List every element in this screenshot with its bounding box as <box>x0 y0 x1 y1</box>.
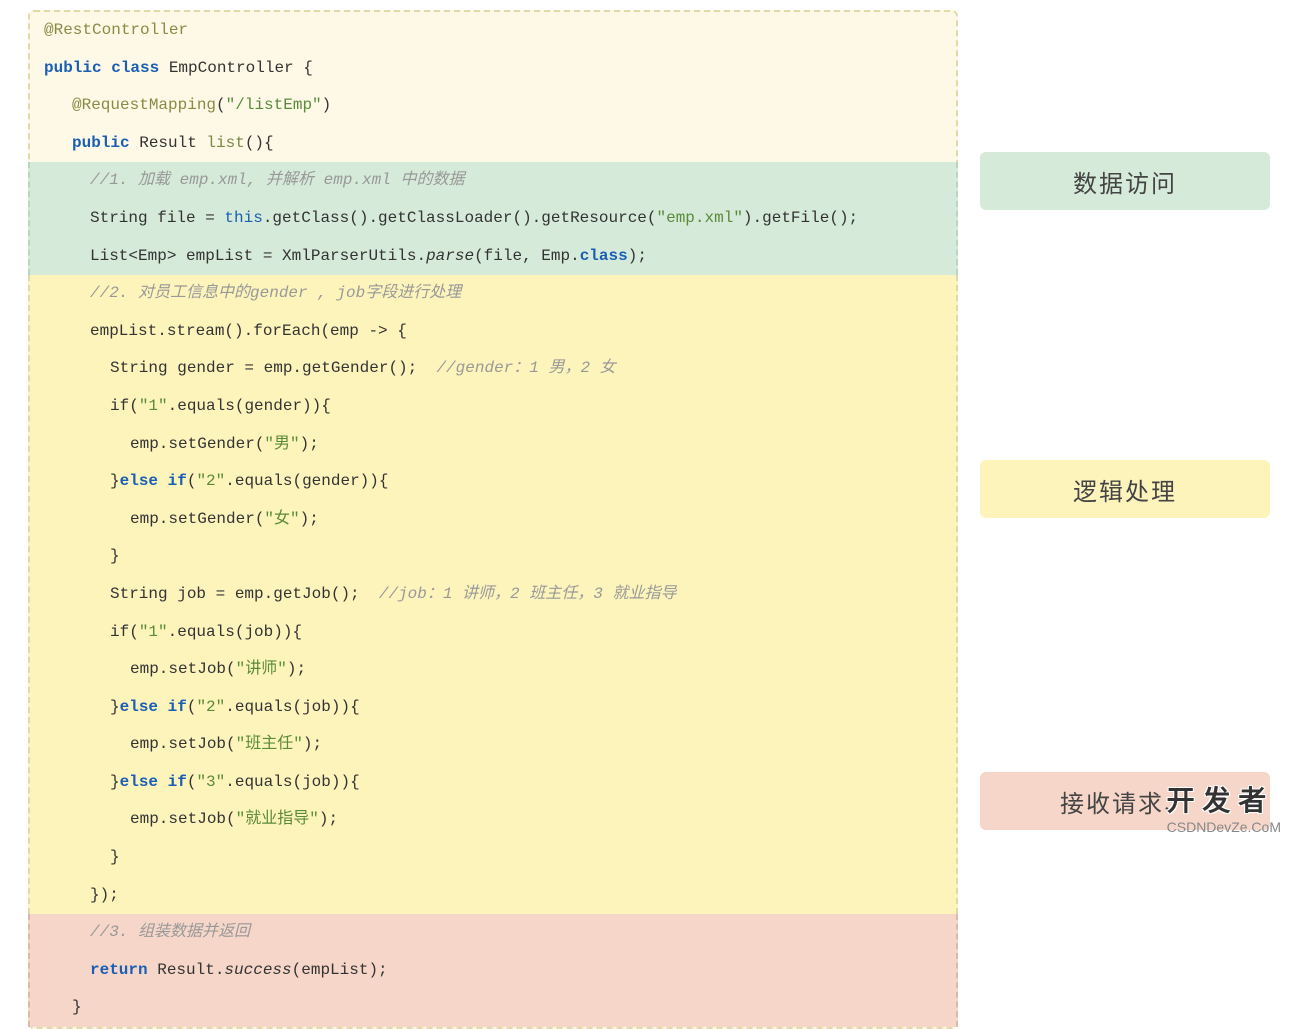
code-block: @RestController public class EmpControll… <box>28 10 958 1029</box>
code-line: emp.setGender("男"); <box>30 426 956 464</box>
code-line: if("1".equals(job)){ <box>30 614 956 652</box>
label-logic: 逻辑处理 <box>980 460 1270 518</box>
code-line: public Result list(){ <box>30 125 956 163</box>
section-data-access: //1. 加载 emp.xml, 并解析 emp.xml 中的数据 String… <box>28 162 958 275</box>
code-line: return Result.success(empList); <box>30 952 956 990</box>
code-line: } <box>30 538 956 576</box>
code-line: emp.setGender("女"); <box>30 501 956 539</box>
code-line: } <box>30 839 956 877</box>
code-line: public class EmpController { <box>30 50 956 88</box>
code-line: String file = this.getClass().getClassLo… <box>30 200 956 238</box>
code-line: emp.setJob("班主任"); <box>30 726 956 764</box>
section-response: //3. 组装数据并返回 return Result.success(empLi… <box>28 914 958 1027</box>
code-line: //3. 组装数据并返回 <box>30 914 956 952</box>
label-data-access: 数据访问 <box>980 152 1270 210</box>
code-line: @RestController <box>30 12 956 50</box>
code-line: //2. 对员工信息中的gender , job字段进行处理 <box>30 275 956 313</box>
code-line: }else if("2".equals(job)){ <box>30 689 956 727</box>
section-logic: //2. 对员工信息中的gender , job字段进行处理 empList.s… <box>28 275 958 914</box>
code-line: String gender = emp.getGender(); //gende… <box>30 350 956 388</box>
code-line: empList.stream().forEach(emp -> { <box>30 313 956 351</box>
code-line: //1. 加载 emp.xml, 并解析 emp.xml 中的数据 <box>30 162 956 200</box>
watermark: 开 发 者 CSDNDevZe.CoM <box>1167 779 1281 835</box>
code-line: } <box>30 989 956 1027</box>
code-line: emp.setJob("就业指导"); <box>30 801 956 839</box>
code-line: @RequestMapping("/listEmp") <box>30 87 956 125</box>
code-line: }); <box>30 877 956 915</box>
code-line: }else if("3".equals(job)){ <box>30 764 956 802</box>
code-line: if("1".equals(gender)){ <box>30 388 956 426</box>
code-line: }else if("2".equals(gender)){ <box>30 463 956 501</box>
code-line: List<Emp> empList = XmlParserUtils.parse… <box>30 238 956 276</box>
code-line: emp.setJob("讲师"); <box>30 651 956 689</box>
code-line: String job = emp.getJob(); //job：1 讲师，2 … <box>30 576 956 614</box>
